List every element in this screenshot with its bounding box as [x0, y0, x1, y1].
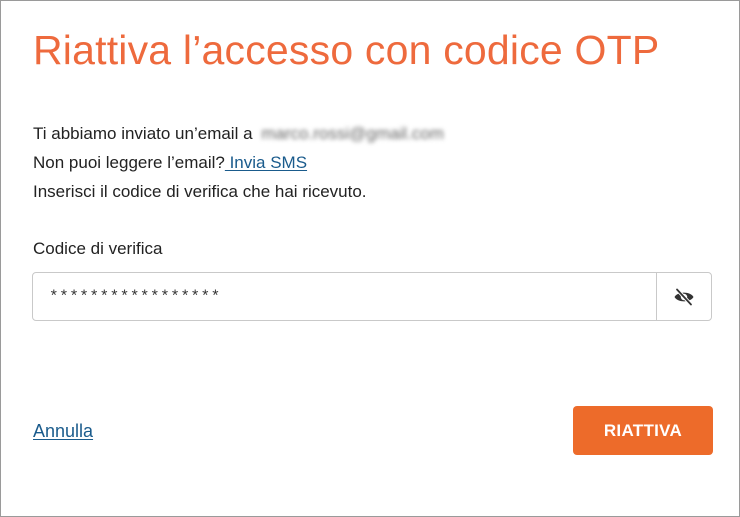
verification-code-input[interactable]	[33, 273, 656, 320]
verification-code-label: Codice di verifica	[33, 239, 163, 258]
email-sent-text: Ti abbiamo inviato un’email a	[33, 124, 253, 143]
eye-slash-icon	[673, 287, 695, 306]
cancel-link[interactable]: Annulla	[33, 421, 93, 442]
sms-prompt-text: Non puoi leggere l’email?	[33, 153, 225, 172]
instruction-line: Inserisci il codice di verifica che hai …	[33, 182, 367, 201]
send-sms-link[interactable]: Invia SMS	[225, 153, 307, 172]
verification-code-field	[32, 272, 712, 321]
email-sent-line: Ti abbiamo inviato un’email a marco.ross…	[33, 119, 444, 148]
masked-email-address: marco.rossi@gmail.com	[261, 124, 444, 143]
dialog-title: Riattiva l’accesso con codice OTP	[33, 27, 660, 73]
reactivate-button[interactable]: RIATTIVA	[573, 406, 713, 455]
info-text: Ti abbiamo inviato un’email a marco.ross…	[33, 119, 444, 206]
sms-line: Non puoi leggere l’email? Invia SMS	[33, 148, 444, 177]
toggle-visibility-button[interactable]	[656, 273, 711, 320]
reactivate-otp-dialog: Riattiva l’accesso con codice OTP Ti abb…	[0, 0, 740, 517]
